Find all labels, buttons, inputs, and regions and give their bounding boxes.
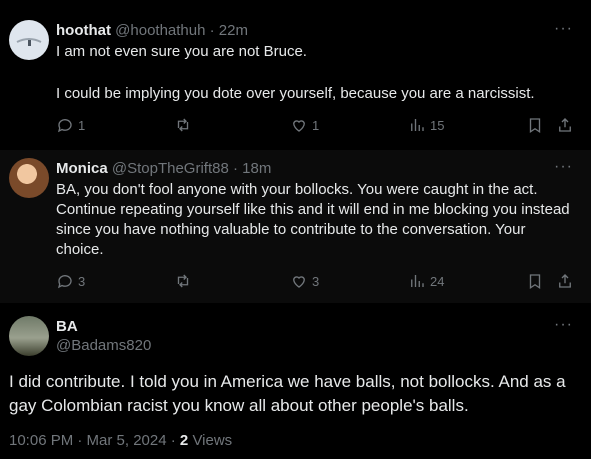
main-tweet-text: I did contribute. I told you in America … xyxy=(9,372,566,415)
reply-button[interactable]: 1 xyxy=(56,116,85,134)
repost-button[interactable] xyxy=(174,272,196,290)
user-handle[interactable]: @hoothathuh xyxy=(115,22,205,39)
more-options-icon[interactable]: ··· xyxy=(554,158,573,176)
tweet-monica[interactable]: Monica @StopTheGrift88 · 18m ··· BA, you… xyxy=(0,150,591,303)
avatar[interactable] xyxy=(9,316,49,356)
user-handle[interactable]: @Badams820 xyxy=(56,337,151,354)
more-options-icon[interactable]: ··· xyxy=(554,316,573,334)
views-icon xyxy=(411,119,424,131)
tweet-header: hoothat @hoothathuh · 22m xyxy=(56,22,248,39)
tweet-meta: 10:06 PM · Mar 5, 2024 · 2 Views xyxy=(9,432,232,449)
tweet-timestamp[interactable]: 10:06 PM · Mar 5, 2024 · xyxy=(9,432,180,449)
reply-icon xyxy=(57,119,72,133)
like-button[interactable]: 1 xyxy=(290,116,319,134)
tweet-header: Monica @StopTheGrift88 · 18m xyxy=(56,160,271,177)
more-options-icon[interactable]: ··· xyxy=(554,20,573,38)
user-handle[interactable]: @StopTheGrift88 xyxy=(112,160,229,177)
display-name[interactable]: Monica xyxy=(56,160,108,177)
main-tweet-handle: @Badams820 xyxy=(56,337,151,354)
repost-icon xyxy=(177,274,189,288)
reply-count: 3 xyxy=(78,273,86,289)
tweet-actions: 3 3 24 xyxy=(56,272,576,292)
views-button[interactable]: 15 xyxy=(408,116,444,134)
heart-icon xyxy=(293,120,305,132)
tweet-text: BA, you don't fool anyone with your boll… xyxy=(56,181,570,258)
timestamp[interactable]: · 22m xyxy=(210,22,248,39)
reply-icon xyxy=(57,275,72,289)
tweet-hoothat[interactable]: hoothat @hoothathuh · 22m ··· I am not e… xyxy=(0,0,591,150)
heart-icon xyxy=(293,276,305,288)
repost-button[interactable] xyxy=(174,116,196,134)
display-name[interactable]: hoothat xyxy=(56,22,111,39)
share-button[interactable] xyxy=(556,272,578,290)
like-count: 1 xyxy=(312,117,320,133)
bookmark-button[interactable] xyxy=(526,272,548,290)
tweet-actions: 1 1 15 xyxy=(56,116,576,136)
bookmark-button[interactable] xyxy=(526,116,548,134)
timestamp[interactable]: · 18m xyxy=(233,160,271,177)
repost-icon xyxy=(177,118,189,132)
avatar[interactable] xyxy=(9,158,49,198)
bookmark-icon xyxy=(529,118,541,134)
views-button[interactable]: 24 xyxy=(408,272,444,290)
views-count: 24 xyxy=(430,273,445,289)
share-icon xyxy=(559,274,571,288)
display-name[interactable]: BA xyxy=(56,318,78,335)
views-count: 15 xyxy=(430,117,445,133)
views-count: 2 xyxy=(179,432,189,449)
tweet-text-line-1: I am not even sure you are not Bruce. xyxy=(56,43,307,60)
share-button[interactable] xyxy=(556,116,578,134)
share-icon xyxy=(559,118,571,132)
views-label: Views xyxy=(192,432,233,449)
like-count: 3 xyxy=(312,273,320,289)
avatar-image xyxy=(16,38,42,46)
tweet-text-line-2: I could be implying you dote over yourse… xyxy=(56,85,535,102)
views-icon xyxy=(411,275,424,287)
reply-button[interactable]: 3 xyxy=(56,272,85,290)
reply-count: 1 xyxy=(78,117,86,133)
bookmark-icon xyxy=(529,274,541,290)
avatar[interactable] xyxy=(9,20,49,60)
like-button[interactable]: 3 xyxy=(290,272,319,290)
main-tweet-name: BA xyxy=(56,318,78,335)
